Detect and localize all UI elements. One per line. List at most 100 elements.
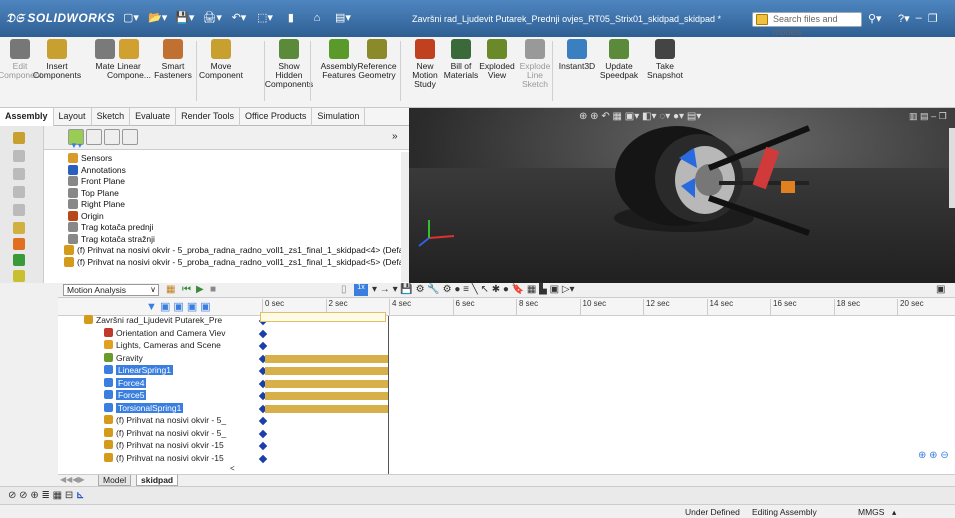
scene-icon[interactable]: ▤▾ [687, 111, 701, 122]
hide-show-icon[interactable] [13, 186, 25, 198]
hide-show-items-icon[interactable]: ◌▾ [659, 111, 670, 122]
search-input[interactable]: Search files and models [752, 12, 862, 37]
key-point[interactable] [258, 441, 268, 451]
time-cursor[interactable] [388, 316, 389, 474]
property-manager-tab-icon[interactable] [86, 129, 102, 145]
key-point[interactable] [258, 329, 268, 338]
timeline-row[interactable]: (f) Prihvat na nosivi okvir -15 [104, 440, 224, 451]
select-icon[interactable]: ⬚▾ [254, 10, 276, 26]
tree-item[interactable]: Annotations [68, 164, 126, 176]
file-properties-icon[interactable]: ⌂ [306, 10, 328, 26]
section-view-icon[interactable]: ▦ [613, 111, 622, 122]
restore-icon[interactable]: ❐ [928, 12, 938, 25]
calculate-icon[interactable]: ▦ [166, 284, 175, 295]
tree-item[interactable]: Top Plane [68, 187, 119, 199]
zoom-to-fit-icon[interactable]: ⊕ [579, 111, 587, 122]
stop-icon[interactable]: ■ [210, 284, 216, 295]
units-chevron-icon[interactable]: ▴ [892, 507, 896, 518]
tree-item[interactable]: Right Plane [68, 199, 125, 210]
linear-pattern-icon[interactable] [13, 150, 25, 162]
playback-speed-slider[interactable]: ▯ [341, 284, 347, 295]
timeline-bar[interactable] [265, 392, 389, 400]
linear-component-button[interactable]: Linear Compone... [107, 39, 151, 105]
exploded-view-button[interactable]: Exploded View [476, 39, 518, 105]
timeline-row[interactable]: Lights, Cameras and Scene [104, 340, 221, 351]
configuration-manager-tab-icon[interactable] [104, 129, 120, 145]
tree-item[interactable]: Front Plane [68, 176, 125, 187]
timeline-row[interactable]: Force4 [104, 377, 147, 389]
timeline-row[interactable]: Orientation and Camera Viev [104, 327, 225, 339]
instant3d-button[interactable]: Instant3D [556, 39, 598, 105]
key-point[interactable] [258, 416, 268, 426]
save-icon[interactable]: 💾▾ [173, 10, 196, 26]
tree-item[interactable]: Trag kotača stražnji [68, 233, 155, 245]
new-document-icon[interactable]: ▢▾ [120, 10, 142, 26]
assembly-feature-icon[interactable] [13, 222, 25, 234]
move-component-button[interactable]: Move Component [199, 39, 243, 105]
assembly-features-button[interactable]: Assembly Features [318, 39, 360, 105]
key-point[interactable] [258, 341, 268, 351]
timeline-bar[interactable] [265, 379, 389, 388]
key-point[interactable] [258, 429, 268, 438]
tab-sketch[interactable]: Sketch [92, 108, 131, 126]
tab-office-products[interactable]: Office Products [240, 108, 313, 126]
print-icon[interactable]: 🖨▾ [200, 10, 224, 26]
expand-panel-icon[interactable]: » [392, 131, 398, 142]
reference-geometry-button[interactable]: Reference Geometry [356, 39, 398, 105]
timeline-zoom-icons[interactable]: ⊕ ⊕ ⊖ [918, 450, 949, 461]
tab-skidpad[interactable]: skidpad [136, 475, 179, 486]
search-icon[interactable]: ⚲▾ [868, 12, 894, 27]
bottom-tools-icons[interactable]: ⊘ ⊘ ⊕ ≣ ▦ ⊟ ⊾ [8, 490, 84, 501]
split-view-icon[interactable]: ▥ [909, 111, 918, 121]
move-icon[interactable] [13, 168, 25, 180]
units-selector[interactable]: MMGS [858, 507, 884, 517]
explode-line-sketch-button[interactable]: Explode Line Sketch [514, 39, 556, 105]
options-icon[interactable]: ▤▾ [332, 10, 354, 26]
play-from-start-icon[interactable]: ⏮ [182, 284, 191, 295]
tab-simulation[interactable]: Simulation [312, 108, 366, 126]
timeline-row[interactable]: TorsionalSpring1 [104, 402, 184, 414]
study-type-dropdown[interactable]: Motion Analysis ∨ [63, 284, 159, 296]
minimize-icon[interactable]: – [916, 12, 922, 25]
timeline-row[interactable]: LinearSpring1 [104, 365, 173, 376]
viewport-minimize-icon[interactable]: – [931, 111, 936, 121]
timeline-row[interactable]: (f) Prihvat na nosivi okvir - 5_ [104, 427, 226, 439]
display-manager-tab-icon[interactable] [122, 129, 138, 145]
solidworks-logo[interactable]: 𝔇𝔖 SOLIDWORKS [6, 9, 115, 26]
collapse-motion-manager-icon[interactable]: ▣ [936, 284, 945, 295]
tab-assembly[interactable]: Assembly [0, 108, 54, 126]
playback-mode-select[interactable]: 1x [354, 284, 368, 296]
assembly-model[interactable] [409, 108, 955, 283]
section-icon[interactable] [13, 204, 25, 216]
viewport-restore-icon[interactable]: ❐ [939, 111, 947, 121]
timeline-row[interactable]: Završni rad_Ljudevit Putarek_Pre [84, 315, 222, 326]
show-hidden-components-button[interactable]: Show Hidden Components [265, 39, 313, 105]
timeline-bar[interactable] [265, 367, 389, 375]
snapshot-icon[interactable] [13, 254, 25, 266]
timeline-row[interactable]: Force5 [104, 390, 147, 401]
zoom-area-icon[interactable]: ⊕ [590, 111, 598, 122]
open-icon[interactable]: 📂▾ [146, 10, 169, 26]
key-point[interactable] [258, 454, 268, 463]
take-snapshot-button[interactable]: Take Snapshot [644, 39, 686, 105]
tab-model[interactable]: Model [98, 475, 132, 486]
tree-scrollbar[interactable] [401, 152, 409, 282]
tab-render-tools[interactable]: Render Tools [176, 108, 240, 126]
insert-components-button[interactable]: Insert Components [33, 39, 81, 105]
timeline-row[interactable]: (f) Prihvat na nosivi okvir - 5_ [104, 415, 226, 426]
view-orientation-icon[interactable]: ▣▾ [625, 111, 639, 122]
speedpak-icon[interactable] [13, 270, 25, 282]
appearance-icon[interactable]: ●▾ [673, 111, 684, 122]
timeline-bar[interactable] [265, 404, 389, 413]
timeline-scroll-left-icon[interactable]: < [230, 464, 235, 473]
help-icon[interactable]: ?▾ [898, 12, 910, 25]
timeline-row[interactable]: Gravity [104, 352, 143, 364]
motion-filter-icons[interactable]: ▼ ▣ ▣ ▣ ▣ [146, 300, 211, 313]
task-pane-tabs[interactable] [949, 128, 955, 208]
update-speedpak-button[interactable]: Update Speedpak [598, 39, 640, 105]
tab-evaluate[interactable]: Evaluate [130, 108, 177, 126]
tile-view-icon[interactable]: ▤ [920, 111, 929, 121]
previous-view-icon[interactable]: ↶ [601, 111, 609, 122]
play-icon[interactable]: ▶ [196, 284, 204, 295]
mate-icon[interactable] [13, 132, 25, 144]
